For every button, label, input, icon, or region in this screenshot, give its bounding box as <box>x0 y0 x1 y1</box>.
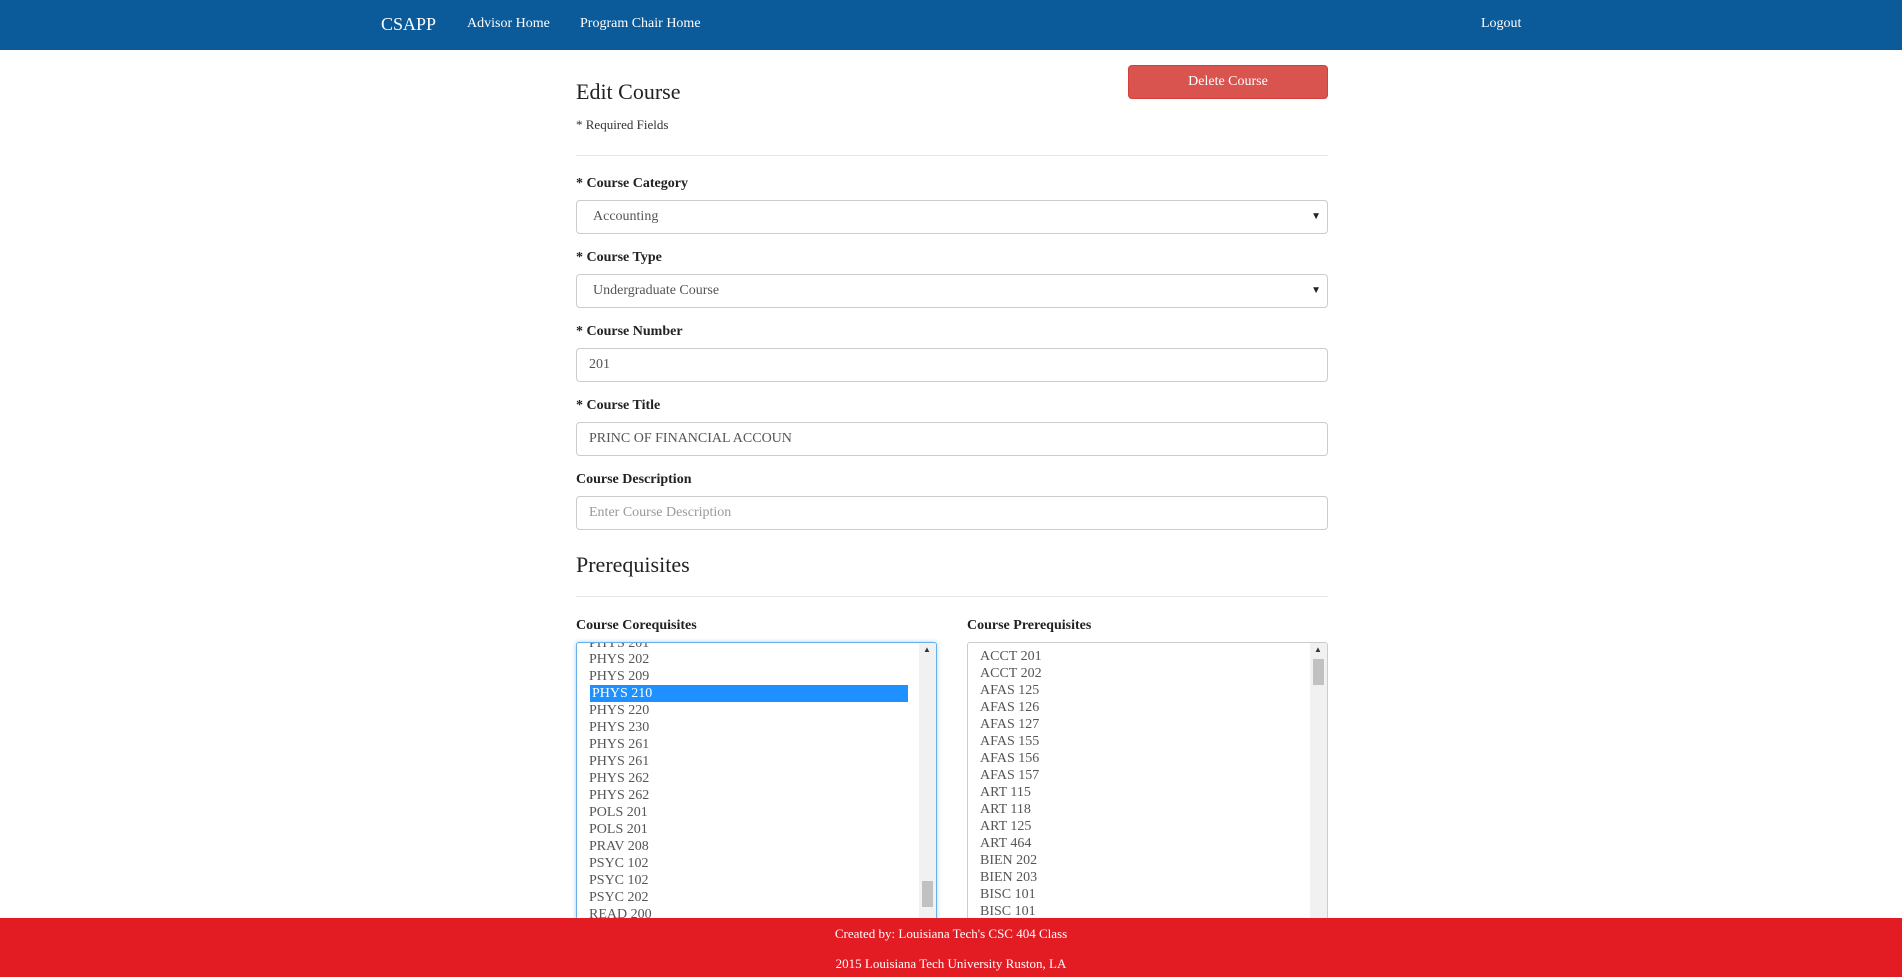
chevron-down-icon: ▼ <box>1311 285 1321 296</box>
list-item[interactable]: PHYS 220 <box>589 702 649 719</box>
course-category-value: Accounting <box>593 209 659 224</box>
list-item[interactable]: BIEN 203 <box>980 869 1037 886</box>
scroll-up-icon[interactable]: ▲ <box>1314 645 1322 654</box>
course-category-select[interactable]: Accounting ▼ <box>576 200 1328 234</box>
list-item[interactable]: PHYS 202 <box>589 651 649 668</box>
list-item[interactable]: PHYS 261 <box>589 753 649 770</box>
list-item[interactable]: ART 115 <box>980 784 1031 801</box>
list-item[interactable]: ACCT 201 <box>980 648 1042 665</box>
top-navbar: CSAPP Advisor Home Program Chair Home Lo… <box>0 0 1902 50</box>
course-description-placeholder: Enter Course Description <box>589 505 732 520</box>
footer-copyright: 2015 Louisiana Tech University Ruston, L… <box>835 956 1067 971</box>
page-title: Edit Course <box>576 79 681 104</box>
brand-link[interactable]: CSAPP <box>381 14 436 35</box>
list-item[interactable]: AFAS 156 <box>980 750 1039 767</box>
delete-course-button[interactable]: Delete Course <box>1128 65 1328 99</box>
prerequisites-label: Course Prerequisites <box>967 618 1092 633</box>
list-item[interactable]: ART 464 <box>980 835 1031 852</box>
course-number-input[interactable]: 201 <box>576 348 1328 382</box>
list-item[interactable]: BIEN 202 <box>980 852 1037 869</box>
required-fields-note: * Required Fields <box>576 117 669 132</box>
logout-link[interactable]: Logout <box>1481 16 1521 32</box>
corequisites-label: Course Corequisites <box>576 618 697 633</box>
list-item[interactable]: ART 118 <box>980 801 1031 818</box>
list-item[interactable]: PHYS 262 <box>589 770 649 787</box>
nav-advisor-home[interactable]: Advisor Home <box>467 16 550 32</box>
chevron-down-icon: ▼ <box>1311 211 1321 222</box>
course-description-input[interactable]: Enter Course Description <box>576 496 1328 530</box>
course-title-input[interactable]: PRINC OF FINANCIAL ACCOUN <box>576 422 1328 456</box>
course-category-label: * Course Category <box>576 176 688 191</box>
scrollbar-thumb[interactable] <box>1313 659 1324 685</box>
list-item-selected[interactable]: PHYS 210 <box>590 685 908 702</box>
list-item[interactable]: PHYS 262 <box>589 787 649 804</box>
scroll-up-icon[interactable]: ▲ <box>923 645 931 654</box>
page-footer: Created by: Louisiana Tech's CSC 404 Cla… <box>0 918 1902 977</box>
list-item[interactable]: ACCT 202 <box>980 665 1042 682</box>
divider <box>576 596 1328 597</box>
prerequisites-heading: Prerequisites <box>576 552 690 577</box>
course-type-select[interactable]: Undergraduate Course ▼ <box>576 274 1328 308</box>
course-description-label: Course Description <box>576 472 692 487</box>
corequisites-scrollbar[interactable]: ▲ <box>919 643 936 936</box>
list-item[interactable]: POLS 201 <box>589 804 648 821</box>
scrollbar-thumb[interactable] <box>922 881 933 907</box>
list-item[interactable]: AFAS 127 <box>980 716 1039 733</box>
corequisites-listbox[interactable]: PHYS 201 PHYS 202 PHYS 209 PHYS 210 PHYS… <box>576 642 937 937</box>
list-item[interactable]: POLS 201 <box>589 821 648 838</box>
divider <box>576 155 1328 156</box>
list-item[interactable]: PRAV 208 <box>589 838 649 855</box>
list-item[interactable]: PSYC 102 <box>589 872 649 889</box>
list-item[interactable]: AFAS 157 <box>980 767 1039 784</box>
course-type-label: * Course Type <box>576 250 662 265</box>
course-title-label: * Course Title <box>576 398 661 413</box>
list-item[interactable]: ART 125 <box>980 818 1031 835</box>
list-item[interactable]: AFAS 126 <box>980 699 1039 716</box>
list-item[interactable]: BISC 101 <box>980 886 1036 903</box>
nav-program-chair-home[interactable]: Program Chair Home <box>580 16 701 32</box>
footer-credit: Created by: Louisiana Tech's CSC 404 Cla… <box>834 926 1068 941</box>
course-type-value: Undergraduate Course <box>593 283 720 298</box>
prerequisites-scrollbar[interactable]: ▲ <box>1310 643 1327 936</box>
list-item[interactable]: PHYS 230 <box>589 719 649 736</box>
list-item[interactable]: PSYC 202 <box>589 889 649 906</box>
list-item[interactable]: AFAS 125 <box>980 682 1039 699</box>
list-item[interactable]: AFAS 155 <box>980 733 1039 750</box>
course-number-label: * Course Number <box>576 324 683 339</box>
list-item[interactable]: PSYC 102 <box>589 855 649 872</box>
prerequisites-listbox[interactable]: ACCT 201 ACCT 202 AFAS 125 AFAS 126 AFAS… <box>967 642 1328 937</box>
list-item[interactable]: PHYS 209 <box>589 668 649 685</box>
list-item[interactable]: PHYS 261 <box>589 736 649 753</box>
